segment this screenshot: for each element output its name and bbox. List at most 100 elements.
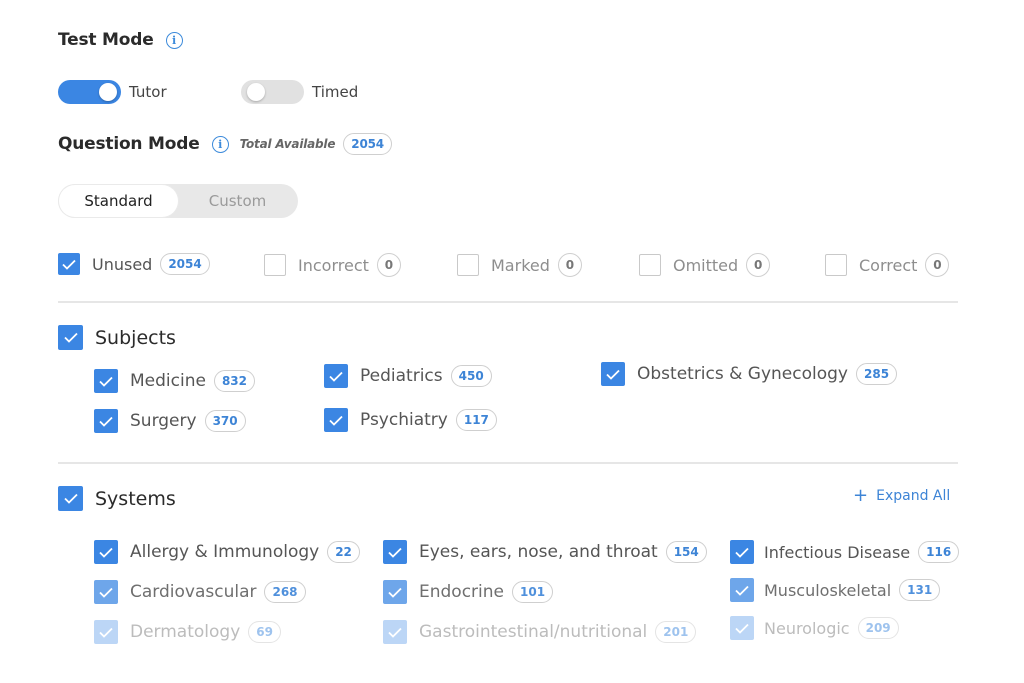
subject-item[interactable]: Obstetrics & Gynecology 285 [601, 362, 898, 386]
subject-checkbox[interactable] [324, 408, 348, 432]
question-mode-header: Question Mode i Total Available 2054 [58, 133, 392, 155]
filter-marked[interactable]: Marked 0 [457, 253, 582, 277]
system-label: Eyes, ears, nose, and throat [419, 542, 658, 562]
system-checkbox[interactable] [383, 620, 407, 644]
system-label: Musculoskeletal [764, 580, 892, 600]
system-count-badge: 201 [655, 621, 697, 643]
check-icon [329, 371, 343, 382]
system-item[interactable]: Eyes, ears, nose, and throat 154 [383, 540, 707, 564]
system-label: Endocrine [419, 582, 504, 602]
plus-icon: + [853, 485, 869, 506]
total-available-badge: 2054 [343, 133, 392, 155]
system-checkbox[interactable] [730, 540, 754, 564]
subject-checkbox[interactable] [601, 362, 625, 386]
segment-custom[interactable]: Custom [178, 185, 297, 217]
expand-all-button[interactable]: + Expand All [853, 487, 950, 505]
system-checkbox[interactable] [94, 580, 118, 604]
filter-unused[interactable]: Unused 2054 [58, 253, 210, 275]
check-icon [735, 547, 749, 558]
check-icon [99, 547, 113, 558]
check-icon [99, 376, 113, 387]
system-item[interactable]: Cardiovascular 268 [94, 580, 306, 604]
segment-standard[interactable]: Standard [59, 185, 178, 217]
system-label: Dermatology [130, 622, 241, 642]
system-checkbox[interactable] [383, 580, 407, 604]
subject-item[interactable]: Medicine 832 [94, 369, 256, 393]
system-count-badge: 22 [327, 541, 360, 563]
system-checkbox[interactable] [94, 540, 118, 564]
subject-item[interactable]: Pediatrics 450 [324, 364, 492, 388]
filter-count-badge: 0 [925, 253, 950, 277]
timed-toggle-row[interactable]: Timed [241, 80, 358, 104]
system-count-badge: 154 [665, 541, 707, 563]
system-item[interactable]: Neurologic 209 [730, 616, 899, 640]
filter-label: Unused [92, 254, 153, 274]
subject-label: Pediatrics [360, 366, 443, 386]
tutor-label: Tutor [129, 83, 167, 101]
toggle-knob [247, 83, 265, 101]
incorrect-checkbox[interactable] [264, 254, 286, 276]
filter-correct[interactable]: Correct 0 [825, 253, 950, 277]
filter-label: Omitted [673, 255, 739, 275]
filter-incorrect[interactable]: Incorrect 0 [264, 253, 401, 277]
subject-item[interactable]: Psychiatry 117 [324, 408, 497, 432]
subjects-checkbox[interactable] [58, 325, 83, 350]
system-label: Allergy & Immunology [130, 542, 320, 562]
system-label: Cardiovascular [130, 582, 257, 602]
subjects-header[interactable]: Subjects [58, 325, 176, 350]
subject-checkbox[interactable] [94, 409, 118, 433]
info-icon[interactable]: i [211, 135, 229, 153]
system-item[interactable]: Infectious Disease 116 [730, 540, 960, 564]
systems-title: Systems [95, 487, 176, 510]
tutor-toggle-row[interactable]: Tutor [58, 80, 167, 104]
subject-item[interactable]: Surgery 370 [94, 409, 246, 433]
system-item[interactable]: Dermatology 69 [94, 620, 281, 644]
system-checkbox[interactable] [730, 616, 754, 640]
filter-omitted[interactable]: Omitted 0 [639, 253, 771, 277]
divider [58, 301, 958, 303]
filter-count-badge: 0 [376, 253, 401, 277]
tutor-toggle[interactable] [58, 80, 121, 104]
check-icon [329, 415, 343, 426]
systems-header[interactable]: Systems [58, 486, 176, 511]
system-count-badge: 209 [857, 617, 899, 639]
system-label: Gastrointestinal/nutritional [419, 622, 648, 642]
system-checkbox[interactable] [730, 578, 754, 602]
check-icon [388, 587, 402, 598]
filter-count-badge: 0 [746, 253, 771, 277]
filter-label: Incorrect [298, 255, 369, 275]
divider [58, 462, 958, 464]
system-label: Neurologic [764, 618, 850, 638]
toggle-knob [99, 83, 117, 101]
marked-checkbox[interactable] [457, 254, 479, 276]
system-label: Infectious Disease [764, 542, 911, 562]
system-item[interactable]: Gastrointestinal/nutritional 201 [383, 620, 697, 644]
subject-label: Medicine [130, 371, 206, 391]
unused-checkbox[interactable] [58, 253, 80, 275]
info-icon[interactable]: i [165, 31, 183, 49]
check-icon [63, 332, 78, 343]
subject-label: Psychiatry [360, 410, 448, 430]
system-item[interactable]: Endocrine 101 [383, 580, 554, 604]
subject-count-badge: 117 [455, 409, 497, 431]
correct-checkbox[interactable] [825, 254, 847, 276]
system-checkbox[interactable] [383, 540, 407, 564]
filter-count-badge: 0 [557, 253, 582, 277]
subject-label: Obstetrics & Gynecology [637, 364, 848, 384]
system-count-badge: 101 [512, 581, 554, 603]
system-checkbox[interactable] [94, 620, 118, 644]
system-count-badge: 69 [248, 621, 281, 643]
omitted-checkbox[interactable] [639, 254, 661, 276]
system-item[interactable]: Musculoskeletal 131 [730, 578, 941, 602]
check-icon [99, 587, 113, 598]
system-item[interactable]: Allergy & Immunology 22 [94, 540, 360, 564]
subject-checkbox[interactable] [324, 364, 348, 388]
subject-count-badge: 285 [856, 363, 898, 385]
subject-label: Surgery [130, 411, 197, 431]
filter-label: Correct [859, 255, 918, 275]
subject-checkbox[interactable] [94, 369, 118, 393]
check-icon [735, 585, 749, 596]
timed-toggle[interactable] [241, 80, 304, 104]
systems-checkbox[interactable] [58, 486, 83, 511]
system-count-badge: 131 [899, 579, 941, 601]
